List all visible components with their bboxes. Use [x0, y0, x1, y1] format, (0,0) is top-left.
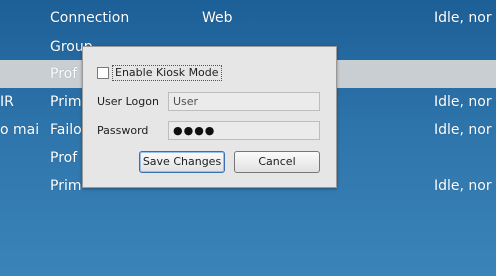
- password-field[interactable]: ●●●●: [168, 121, 320, 140]
- row-name: Prof: [50, 66, 78, 82]
- row-name: Failo: [50, 122, 82, 138]
- kiosk-mode-checkbox-row[interactable]: Enable Kiosk Mode: [97, 65, 222, 81]
- kiosk-settings-dialog: Enable Kiosk Mode User Logon User Passwo…: [82, 46, 337, 188]
- row-status: Idle, nor: [434, 122, 492, 138]
- kiosk-mode-checkbox[interactable]: [97, 67, 109, 79]
- user-logon-label: User Logon: [97, 95, 159, 108]
- kiosk-mode-label[interactable]: Enable Kiosk Mode: [112, 65, 222, 81]
- row-col0: IR: [0, 94, 14, 110]
- password-label: Password: [97, 124, 149, 137]
- row-status: Idle, nor: [434, 178, 492, 194]
- row-col0: o mai: [0, 122, 40, 138]
- list-row[interactable]: Connection Web Idle, nor: [0, 4, 496, 32]
- row-name: Prim: [50, 94, 82, 110]
- save-changes-button[interactable]: Save Changes: [139, 151, 225, 173]
- row-status: Idle, nor: [434, 10, 492, 26]
- user-logon-field[interactable]: User: [168, 92, 320, 111]
- row-name: Prim: [50, 178, 82, 194]
- cancel-button[interactable]: Cancel: [234, 151, 320, 173]
- row-type: Web: [202, 10, 233, 26]
- row-status: Idle, nor: [434, 94, 492, 110]
- row-name: Prof: [50, 150, 78, 166]
- row-name: Connection: [50, 10, 130, 26]
